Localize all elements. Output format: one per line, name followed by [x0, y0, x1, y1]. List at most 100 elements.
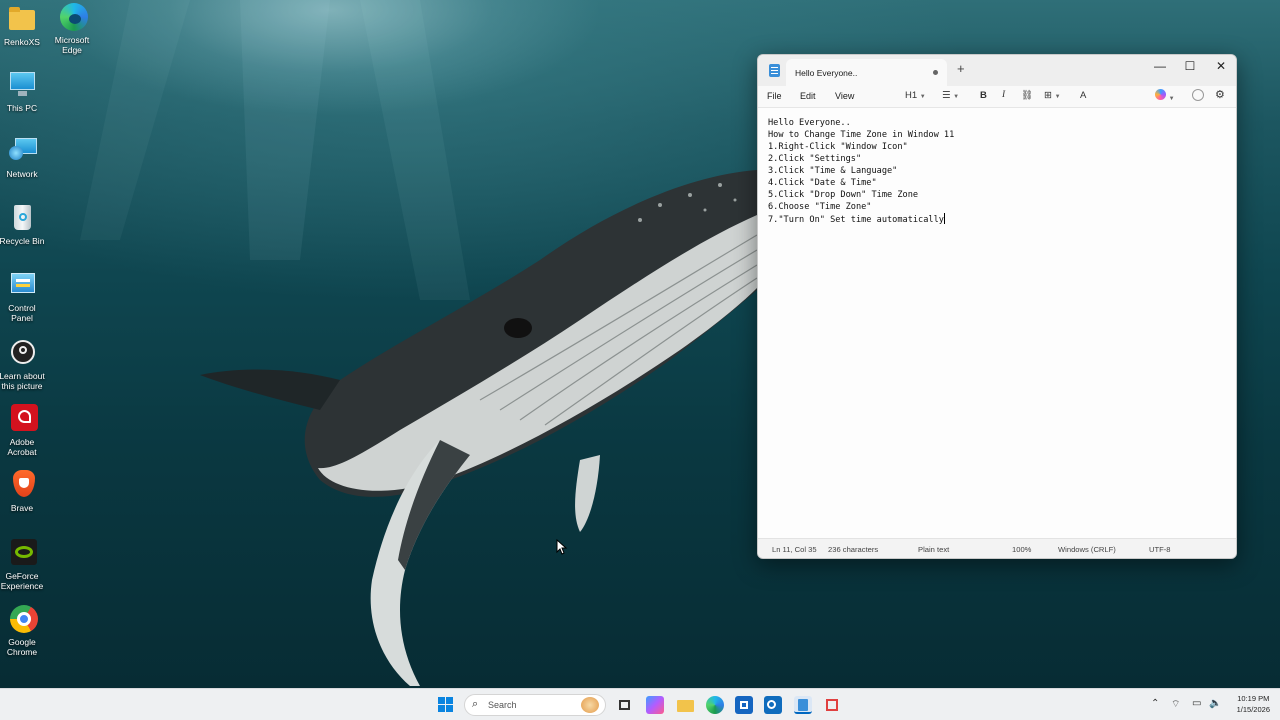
editor-line: 1.Right-Click "Window Icon": [768, 142, 908, 152]
copilot-taskbar-icon[interactable]: [646, 696, 664, 714]
editor-line: Hello Everyone..: [768, 118, 851, 128]
desktop-icon-label: Control Panel: [8, 303, 36, 323]
desktop-icon-label: GeForce Experience: [0, 571, 44, 591]
system-clock[interactable]: 10:19 PM 1/15/2026: [1237, 693, 1270, 715]
camera-icon: [7, 338, 37, 368]
desktop-icon-label: Learn about this picture: [0, 371, 45, 391]
desktop-icon-renkoxs[interactable]: RenkoXS: [0, 4, 44, 47]
mouse-pointer-icon: [556, 539, 568, 555]
desktop-icon-control-panel[interactable]: Control Panel: [0, 270, 44, 323]
edge-icon: [57, 2, 88, 32]
text-format[interactable]: Plain text: [918, 545, 949, 554]
editor-line: 7."Turn On" Set time automatically: [768, 215, 944, 225]
heading-label: H1: [905, 90, 918, 101]
menu-file[interactable]: File: [767, 91, 782, 101]
list-dropdown[interactable]: ☰ ▼: [942, 90, 959, 101]
minimize-button[interactable]: —: [1146, 59, 1174, 73]
chevron-down-icon: ▼: [919, 94, 926, 100]
clock-time: 10:19 PM: [1237, 694, 1270, 703]
notepad-taskbar-icon[interactable]: [794, 696, 812, 714]
notepad-app-icon: [769, 64, 780, 77]
new-tab-button[interactable]: +: [957, 61, 965, 76]
desktop-icon-network[interactable]: Network: [0, 136, 44, 179]
desktop-icon-adobe-acrobat[interactable]: Adobe Acrobat: [0, 404, 44, 457]
character-count: 236 characters: [828, 545, 879, 554]
italic-button[interactable]: I: [1002, 90, 1005, 100]
editor-line: 3.Click "Time & Language": [768, 166, 898, 176]
brave-icon: [7, 470, 37, 500]
maximize-button[interactable]: ☐: [1176, 59, 1204, 73]
title-bar[interactable]: Hello Everyone.. + — ☐ ✕: [758, 55, 1236, 86]
outlook-icon[interactable]: [764, 696, 782, 714]
menu-bar: File Edit View H1 ▼ ☰ ▼ B I ⛓ ⊞ ▼ A ▼ ⚙: [758, 86, 1236, 108]
control-panel-icon: [7, 270, 37, 300]
editor-line: 5.Click "Drop Down" Time Zone: [768, 190, 919, 200]
volume-icon[interactable]: 🔈: [1209, 698, 1221, 709]
desktop-icon-label: Microsoft Edge: [54, 35, 90, 55]
task-view-icon[interactable]: [616, 696, 634, 714]
chevron-down-icon: ▼: [953, 94, 960, 100]
network-icon: [7, 136, 37, 166]
close-button[interactable]: ✕: [1207, 59, 1235, 73]
desktop-icon-label: RenkoXS: [4, 37, 40, 47]
menu-edit[interactable]: Edit: [800, 91, 816, 101]
desktop-icon-learn-about-picture[interactable]: Learn about this picture: [0, 338, 45, 391]
geforce-icon: [7, 538, 37, 568]
desktop-icon-label: Brave: [10, 503, 34, 513]
notepad-window: Hello Everyone.. + — ☐ ✕ File Edit View …: [757, 54, 1237, 559]
monitor-icon: [7, 70, 37, 100]
line-ending: Windows (CRLF): [1058, 545, 1116, 554]
snipping-tool-icon[interactable]: [823, 696, 841, 714]
zoom-level: 100%: [1012, 545, 1032, 554]
desktop-icon-label: Google Chrome: [6, 637, 38, 657]
status-bar: Ln 11, Col 35 236 characters Plain text …: [758, 538, 1236, 558]
edge-taskbar-icon[interactable]: [706, 696, 724, 714]
store-icon[interactable]: [735, 696, 753, 714]
desktop-icon-edge[interactable]: Microsoft Edge: [50, 2, 94, 55]
table-icon: ⊞: [1044, 90, 1052, 101]
desktop-icon-label: This PC: [6, 103, 38, 113]
unsaved-dot-icon[interactable]: [933, 70, 938, 75]
editor-line: 6.Choose "Time Zone": [768, 202, 872, 212]
link-icon[interactable]: ⛓: [1021, 90, 1033, 101]
editor-line: How to Change Time Zone in Window 11: [768, 130, 955, 140]
chevron-down-icon: ▼: [1168, 96, 1175, 102]
desktop-icon-chrome[interactable]: Google Chrome: [0, 604, 44, 657]
desktop-icon-label: Recycle Bin: [0, 236, 45, 246]
heading-dropdown[interactable]: H1 ▼: [905, 90, 926, 101]
taskbar: ⌕ Search ⌃ ⌔ ▭ 🔈 10:19 PM 1/15/2026: [0, 688, 1280, 720]
encoding: UTF-8: [1149, 545, 1171, 554]
settings-gear-icon[interactable]: ⚙: [1215, 88, 1225, 101]
desktop-icon-geforce[interactable]: GeForce Experience: [0, 538, 44, 591]
search-icon: ⌕: [472, 698, 479, 710]
bold-button[interactable]: B: [980, 90, 987, 101]
editor-line: 4.Click "Date & Time": [768, 178, 877, 188]
tab-hello-everyone[interactable]: Hello Everyone..: [786, 59, 947, 86]
copilot-icon[interactable]: ▼: [1155, 89, 1175, 103]
cursor-position: Ln 11, Col 35: [772, 545, 817, 554]
menu-view[interactable]: View: [835, 91, 854, 101]
spellcheck-icon[interactable]: A: [1080, 90, 1086, 101]
recycle-bin-icon: [7, 203, 37, 233]
taskbar-search-box[interactable]: ⌕ Search: [464, 694, 606, 716]
desktop-icon-recycle-bin[interactable]: Recycle Bin: [0, 203, 44, 246]
chrome-icon: [7, 604, 38, 634]
desktop-icon-brave[interactable]: Brave: [0, 470, 44, 513]
tab-title: Hello Everyone..: [795, 68, 858, 78]
search-highlight-icon: [581, 697, 599, 713]
start-windows-icon[interactable]: [437, 696, 455, 714]
editor-line: 2.Click "Settings": [768, 154, 862, 164]
account-icon[interactable]: [1192, 89, 1204, 104]
network-tray-icon[interactable]: ⌔: [1171, 698, 1180, 711]
chevron-up-icon[interactable]: ⌃: [1151, 698, 1159, 709]
text-caret: [943, 213, 945, 224]
folder-icon: [7, 4, 37, 34]
desktop-icon-this-pc[interactable]: This PC: [0, 70, 44, 113]
text-editor[interactable]: Hello Everyone.. How to Change Time Zone …: [758, 108, 1236, 540]
file-explorer-icon[interactable]: [676, 696, 694, 714]
table-dropdown[interactable]: ⊞ ▼: [1044, 90, 1061, 101]
search-placeholder: Search: [488, 700, 517, 710]
display-tray-icon[interactable]: ▭: [1192, 698, 1201, 709]
desktop-icon-label: Network: [6, 169, 38, 179]
acrobat-icon: [7, 404, 38, 434]
